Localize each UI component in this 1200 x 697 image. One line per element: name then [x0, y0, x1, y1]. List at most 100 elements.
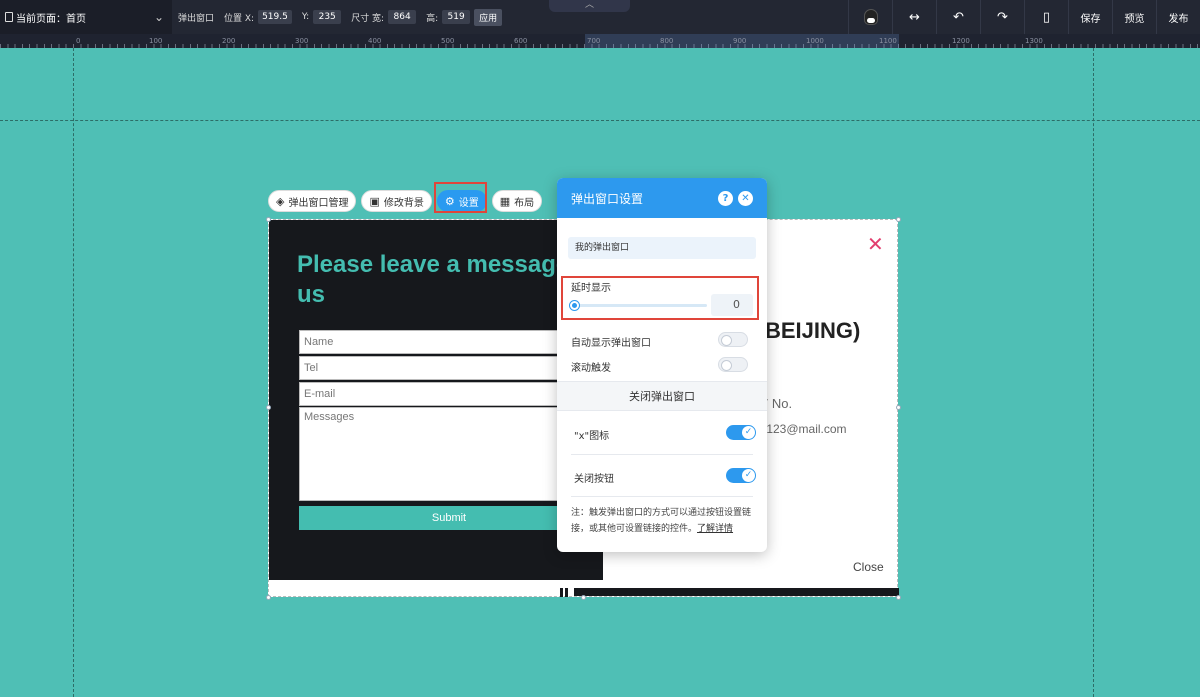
email-field[interactable]: E-mail: [299, 382, 599, 406]
change-background-button[interactable]: ▣ 修改背景: [361, 190, 432, 212]
element-properties: 弹出窗口 位置 X: 519.5 Y: 235 尺寸 宽: 864 高: 519…: [178, 8, 503, 26]
resize-handle-tr[interactable]: [896, 217, 901, 222]
layout-icon: ▦: [499, 194, 511, 208]
width-input[interactable]: 864: [388, 10, 417, 24]
ruler-tick-label: 700: [587, 37, 601, 45]
chevron-down-icon: ⌄: [153, 10, 164, 24]
popup-settings-panel: 弹出窗口设置 ? ✕ 我的弹出窗口 延时显示 0 自动显示弹出窗口 滚动触发 关…: [557, 178, 767, 552]
position-x-label: 位置 X:: [224, 13, 255, 24]
apply-button[interactable]: 应用: [474, 8, 503, 26]
settings-divider: [571, 454, 753, 455]
collapse-toolbar-tab[interactable]: ︿: [549, 0, 630, 12]
redo-icon: ↷: [997, 9, 1008, 25]
ruler-tick-label: 1200: [952, 37, 970, 45]
change-background-label: 修改背景: [383, 197, 424, 209]
popup-manage-button[interactable]: ◈ 弹出窗口管理: [268, 190, 357, 212]
guide-line-right: [1093, 48, 1094, 697]
chevron-up-icon: ︿: [584, 0, 594, 10]
auto-show-toggle[interactable]: [718, 332, 748, 347]
learn-more-link[interactable]: 了解详情: [697, 524, 733, 534]
layout-button[interactable]: ▦ 布局: [491, 190, 543, 212]
settings-highlight-box: [434, 182, 487, 213]
current-page-label: 当前页面：首页: [16, 13, 86, 25]
qq-icon: [863, 9, 878, 25]
layers-icon: ◈: [276, 194, 285, 208]
submit-button[interactable]: Submit: [299, 506, 599, 530]
popup-manage-label: 弹出窗口管理: [288, 197, 349, 209]
popup-toolbar: ◈ 弹出窗口管理 ▣ 修改背景 ⚙ 设置 ▦ 布局: [268, 190, 543, 212]
ruler-tick-label: 900: [733, 37, 747, 45]
resize-handle-br[interactable]: [896, 595, 901, 600]
ruler-tick-label: 200: [222, 37, 236, 45]
position-x-input[interactable]: 519.5: [258, 10, 292, 24]
name-field[interactable]: Name: [299, 330, 599, 354]
popup-close-icon[interactable]: ✕: [867, 232, 884, 256]
close-button-toggle[interactable]: [726, 468, 756, 483]
size-width-label: 尺寸 宽:: [351, 13, 385, 24]
undo-icon: ↶: [953, 9, 964, 25]
help-icon[interactable]: ?: [718, 190, 733, 206]
save-button[interactable]: 保存: [1068, 0, 1112, 34]
ruler-tick-label: 600: [514, 37, 528, 45]
popup-close-link[interactable]: Close: [853, 560, 884, 574]
settings-divider: [571, 496, 753, 497]
resize-handle-r[interactable]: [896, 405, 901, 410]
resize-handle-b[interactable]: [581, 595, 586, 600]
position-y-label: Y:: [301, 12, 310, 22]
resize-handle-l[interactable]: [266, 405, 271, 410]
redo-button[interactable]: ↷: [980, 0, 1024, 34]
close-icon[interactable]: ✕: [738, 190, 753, 206]
settings-note: 注：触发弹出窗口的方式可以通过按钮设置链接，或其他可设置链接的控件。了解详情: [571, 505, 757, 537]
popup-name-input[interactable]: 我的弹出窗口: [568, 237, 756, 259]
popup-bottom-bar: [574, 588, 899, 596]
top-toolbar: 当前页面：首页 ⌄ 弹出窗口 位置 X: 519.5 Y: 235 尺寸 宽: …: [0, 0, 1200, 34]
page-selector[interactable]: 当前页面：首页 ⌄: [0, 0, 172, 34]
ruler-tick-label: 0: [76, 37, 81, 45]
tel-field[interactable]: Tel: [299, 356, 599, 380]
element-type-label: 弹出窗口: [178, 13, 215, 24]
horizontal-arrows-icon: ↔: [909, 9, 920, 25]
ruler-tick-label: 300: [295, 37, 309, 45]
resize-handle-bl[interactable]: [266, 595, 271, 600]
ruler-tick-label: 800: [660, 37, 674, 45]
popup-form-panel: Please leave a message to us Name Tel E-…: [269, 220, 603, 580]
document-icon: ▯: [1042, 9, 1051, 25]
publish-button[interactable]: 发布: [1156, 0, 1200, 34]
qq-service-button[interactable]: [848, 0, 892, 34]
height-input[interactable]: 519: [442, 10, 471, 24]
resize-handle-tl[interactable]: [266, 217, 271, 222]
pause-icon: [560, 587, 572, 597]
page-settings-button[interactable]: ▯: [1024, 0, 1068, 34]
image-icon: ▣: [369, 194, 380, 208]
guide-line-left: [73, 48, 74, 697]
height-label: 高:: [426, 13, 439, 24]
settings-panel-header: 弹出窗口设置 ? ✕: [557, 178, 767, 218]
page-icon: [5, 12, 13, 22]
close-popup-section-title: 关闭弹出窗口: [557, 381, 767, 411]
preview-button[interactable]: 预览: [1112, 0, 1156, 34]
settings-panel-title: 弹出窗口设置: [571, 191, 644, 206]
auto-show-label: 自动显示弹出窗口: [571, 338, 651, 349]
messages-field[interactable]: Messages: [299, 407, 599, 501]
layout-label: 布局: [514, 197, 535, 209]
company-name-text: BEIJING): [765, 318, 861, 343]
close-button-label: 关闭按钮: [574, 474, 614, 485]
ruler-tick-label: 1100: [879, 37, 897, 45]
undo-button[interactable]: ↶: [936, 0, 980, 34]
position-y-input[interactable]: 235: [313, 10, 342, 24]
horizontal-ruler: 0 100 200 300 400 500 600 700 800 900 1000 1100 1200…: [0, 34, 1200, 48]
scroll-trigger-toggle[interactable]: [718, 357, 748, 372]
toolbar-actions: ↔ ↶ ↷ ▯ 保存 预览 发布: [848, 0, 1200, 34]
ruler-tick-label: 100: [149, 37, 163, 45]
x-icon-label: "x"图标: [574, 431, 610, 442]
guide-line-top: [0, 120, 1200, 121]
ruler-tick-label: 1300: [1025, 37, 1043, 45]
x-icon-toggle[interactable]: [726, 425, 756, 440]
ruler-tick-label: 500: [441, 37, 455, 45]
delay-highlight-box: [561, 276, 759, 320]
ruler-tick-label: 1000: [806, 37, 824, 45]
scroll-trigger-label: 滚动触发: [571, 363, 611, 374]
contact-email-text: :123@mail.com: [763, 422, 847, 436]
fit-width-button[interactable]: ↔: [892, 0, 936, 34]
ruler-tick-label: 400: [368, 37, 382, 45]
